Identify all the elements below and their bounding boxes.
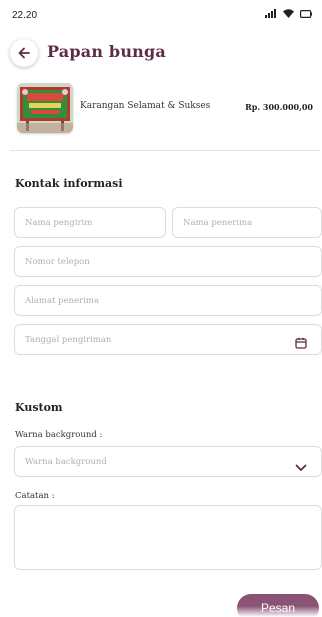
order-button-label: Pesan <box>260 601 296 615</box>
sender-name-input[interactable]: Nama pengirim <box>14 207 166 238</box>
background-color-label: Warna background : <box>15 430 103 440</box>
status-icons <box>265 9 312 18</box>
background-color-select[interactable]: Warna background <box>14 446 322 477</box>
chevron-down-icon <box>295 457 307 476</box>
order-button[interactable]: Pesan <box>237 594 319 617</box>
contact-section-title: Kontak informasi <box>15 177 123 190</box>
page-title: Papan bunga <box>47 42 166 61</box>
product-price: Rp. 300.000,00 <box>245 102 313 112</box>
delivery-date-placeholder: Tanggal pengiriman <box>25 335 112 345</box>
back-button[interactable] <box>10 39 38 67</box>
notes-label: Catatan : <box>15 491 55 501</box>
wifi-icon <box>283 9 294 18</box>
notes-textarea[interactable] <box>14 505 322 570</box>
battery-icon <box>300 9 312 18</box>
sender-name-placeholder: Nama pengirim <box>25 218 93 228</box>
address-placeholder: Alamat penerima <box>25 296 100 306</box>
signal-icon <box>265 9 277 18</box>
product-image <box>17 83 73 133</box>
custom-section-title: Kustom <box>15 401 63 414</box>
delivery-date-input[interactable]: Tanggal pengiriman <box>14 324 322 355</box>
status-bar: 22.20 <box>0 0 322 30</box>
phone-placeholder: Nomor telepon <box>25 257 90 267</box>
status-time: 22.20 <box>12 10 38 21</box>
phone-input[interactable]: Nomor telepon <box>14 246 322 277</box>
recipient-name-input[interactable]: Nama penerima <box>172 207 322 238</box>
product-summary: Karangan Selamat & Sukses Rp. 300.000,00 <box>0 82 322 138</box>
recipient-name-placeholder: Nama penerima <box>183 218 253 228</box>
product-name: Karangan Selamat & Sukses <box>80 101 211 111</box>
app-header: Papan bunga <box>0 35 322 71</box>
divider <box>10 150 320 151</box>
arrow-left-icon <box>18 44 30 63</box>
background-color-placeholder: Warna background <box>25 457 107 467</box>
calendar-icon[interactable] <box>295 334 307 353</box>
address-input[interactable]: Alamat penerima <box>14 285 322 316</box>
